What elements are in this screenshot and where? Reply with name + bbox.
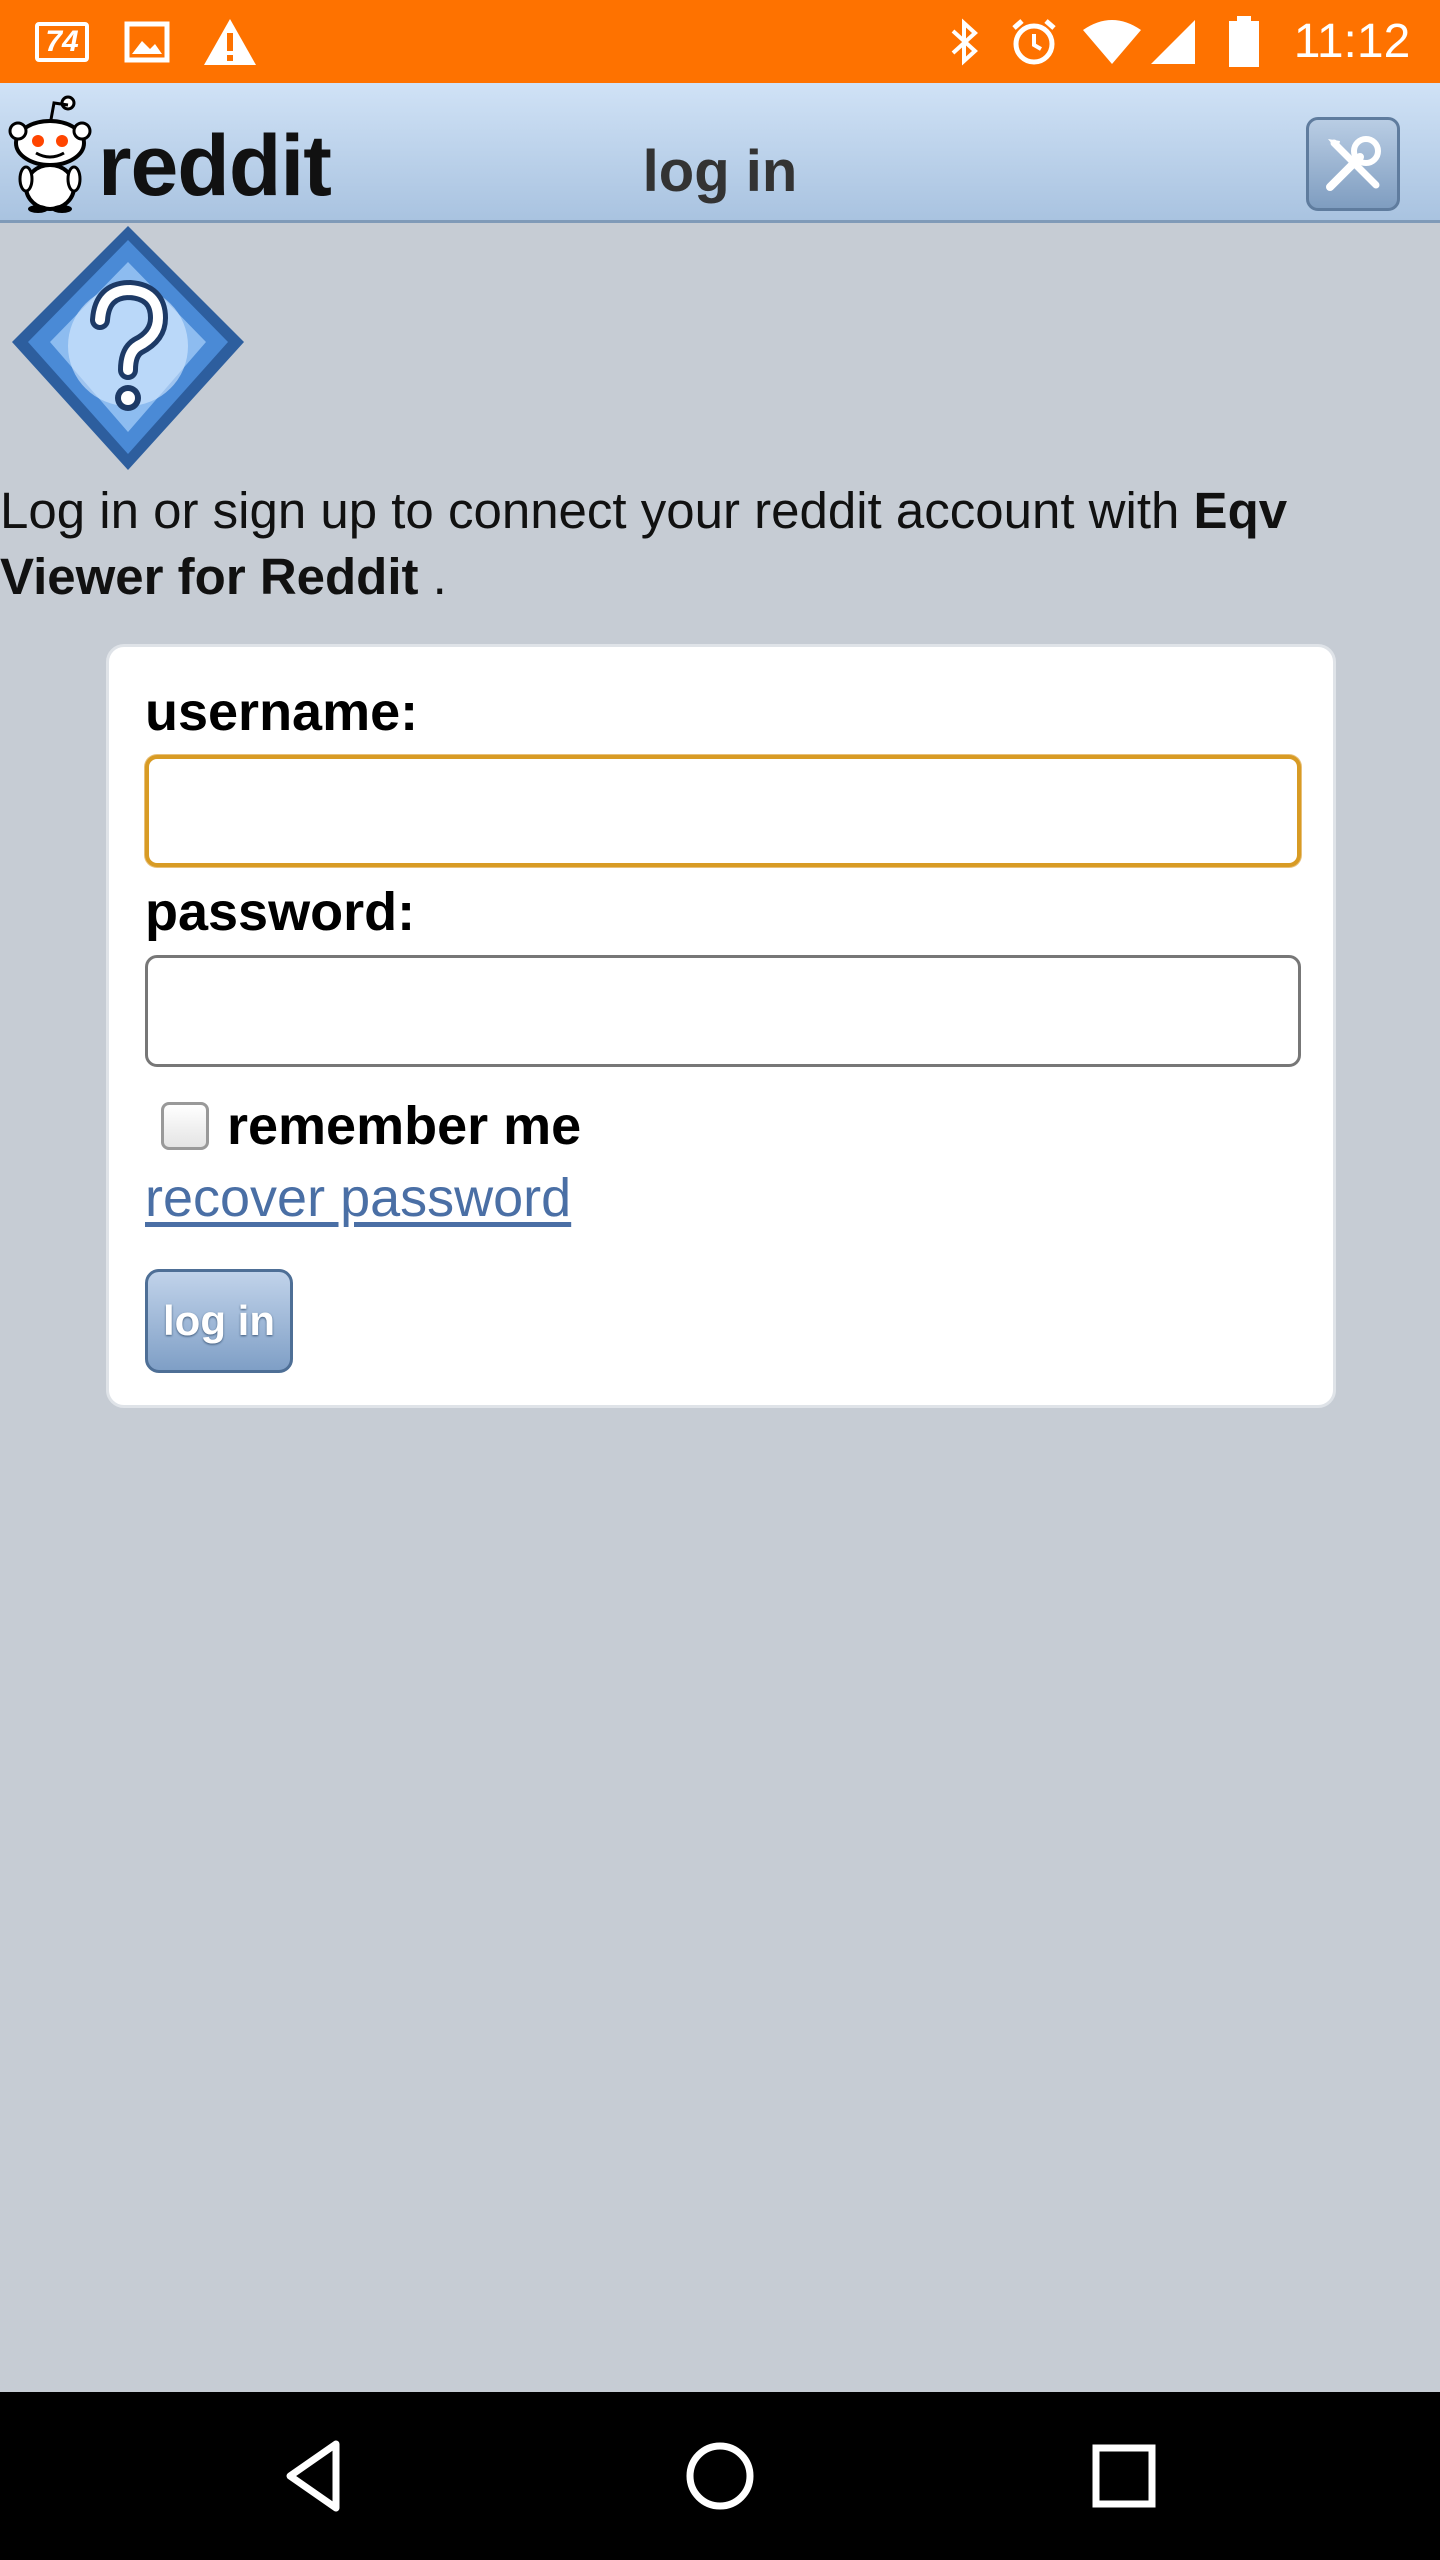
status-bar: 74 11:12: [0, 0, 1440, 83]
remember-me-checkbox[interactable]: [161, 1102, 209, 1150]
warning-icon: [200, 0, 260, 83]
app-header: reddit log in: [0, 83, 1440, 223]
wifi-icon: [1080, 0, 1144, 83]
notification-badge-icon: 74: [30, 0, 94, 83]
password-field[interactable]: [145, 955, 1301, 1067]
login-form: username: password: remember me recover …: [106, 644, 1336, 1408]
battery-icon: [1224, 0, 1264, 83]
home-icon[interactable]: [680, 2436, 760, 2516]
username-field[interactable]: [145, 755, 1301, 867]
clock: 11:12: [1293, 15, 1411, 68]
username-label: username:: [145, 682, 419, 742]
cell-signal-icon: [1148, 0, 1198, 83]
remember-me-label[interactable]: remember me: [227, 1095, 581, 1157]
password-label: password:: [145, 882, 416, 942]
tools-button[interactable]: [1306, 117, 1400, 211]
image-icon: [122, 0, 172, 83]
login-button[interactable]: log in: [145, 1269, 293, 1373]
intro-text-before: Log in or sign up to connect your reddit…: [0, 482, 1194, 539]
remember-me-row[interactable]: remember me: [161, 1095, 581, 1157]
bluetooth-icon: [944, 0, 984, 83]
intro-text-after: .: [418, 548, 447, 605]
help-icon: [6, 222, 250, 474]
page-title: log in: [642, 139, 798, 204]
notification-count: 74: [35, 21, 89, 62]
back-icon[interactable]: [276, 2436, 356, 2516]
recover-password-link[interactable]: recover password: [145, 1167, 571, 1229]
recents-icon[interactable]: [1084, 2436, 1164, 2516]
tools-icon: [1326, 136, 1381, 191]
alarm-icon: [1006, 0, 1062, 83]
system-nav-bar: [0, 2392, 1440, 2560]
intro-text: Log in or sign up to connect your reddit…: [0, 478, 1440, 610]
